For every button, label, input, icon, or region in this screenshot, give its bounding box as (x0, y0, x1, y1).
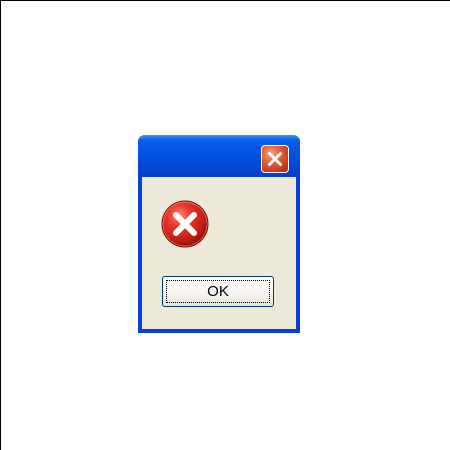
left-edge-line (0, 0, 1, 450)
top-edge-line (0, 0, 450, 1)
dialog-titlebar[interactable] (138, 135, 300, 177)
close-button[interactable] (261, 145, 289, 173)
dialog-bottom-border (138, 329, 300, 333)
ok-button[interactable]: OK (162, 276, 274, 307)
desktop-canvas: OK (0, 0, 450, 450)
close-icon (268, 152, 282, 166)
error-dialog-window: OK (138, 135, 300, 333)
ok-button-label: OK (207, 283, 229, 300)
dialog-body: OK (142, 177, 296, 329)
error-icon (161, 200, 209, 248)
